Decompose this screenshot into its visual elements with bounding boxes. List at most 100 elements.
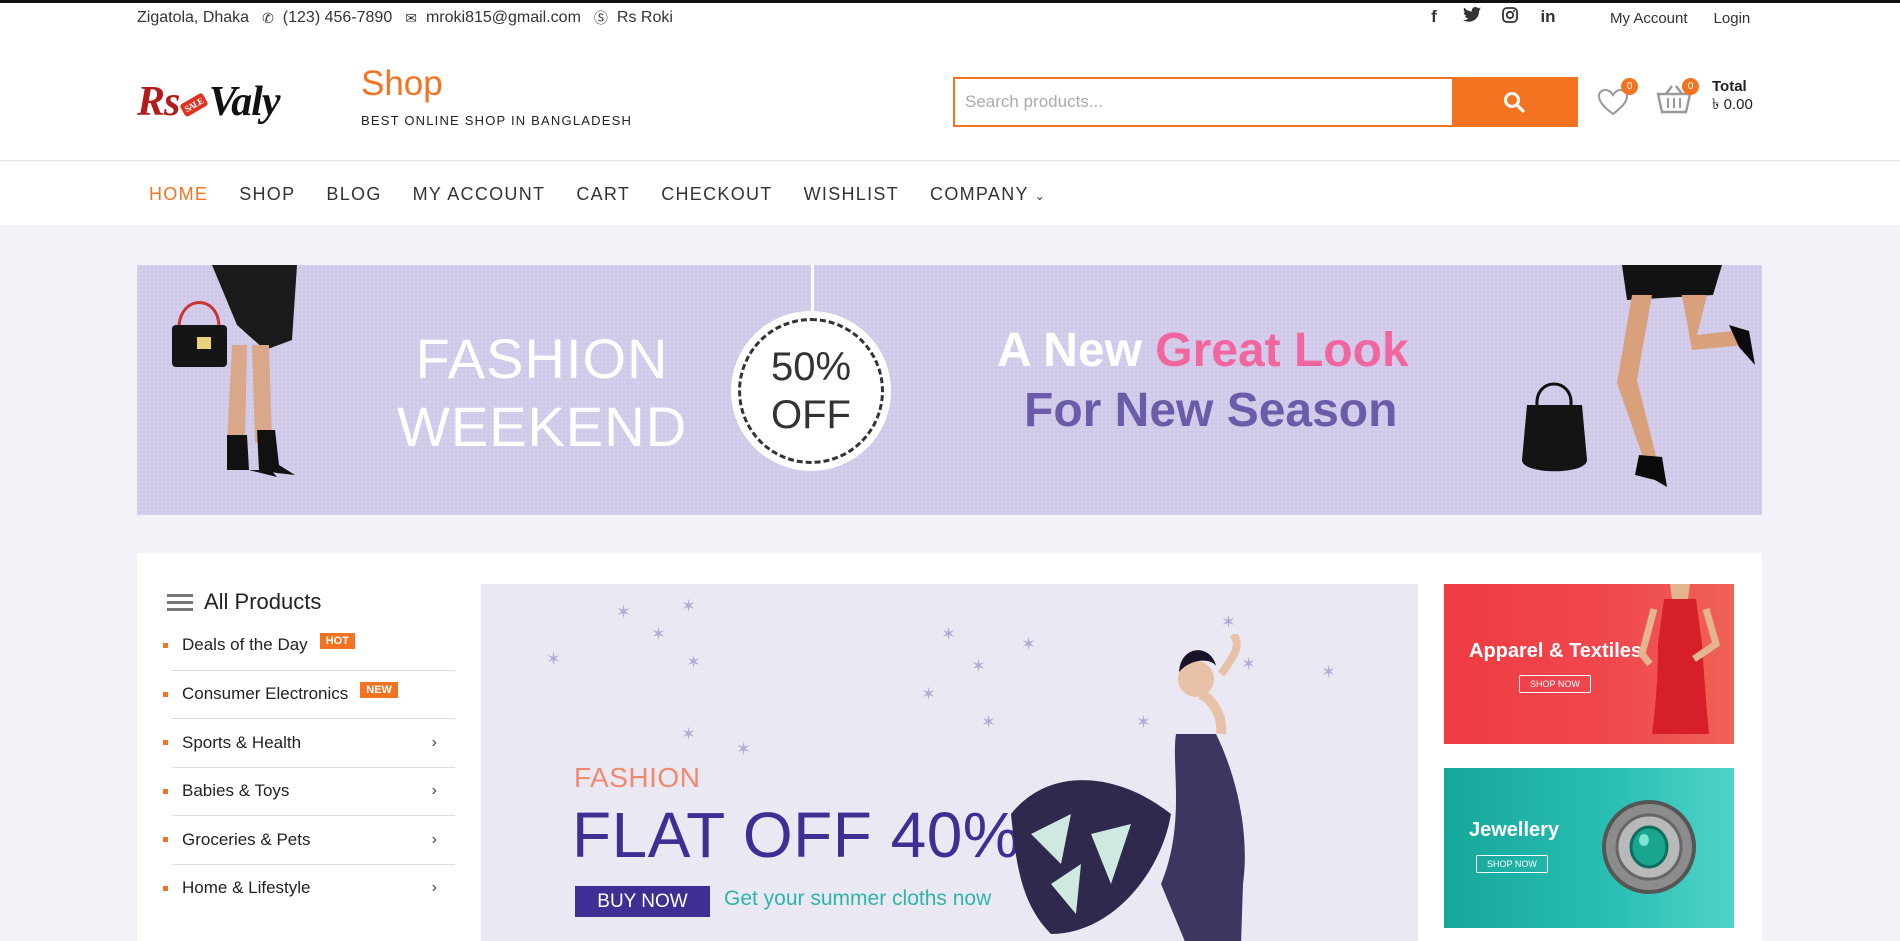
- email-icon: ✉: [405, 9, 417, 26]
- total-label: Total: [1712, 78, 1747, 95]
- cart-count-badge: 0: [1682, 78, 1699, 95]
- bullet-icon: [163, 740, 168, 746]
- nav-wishlist[interactable]: WISHLIST: [804, 184, 899, 205]
- category-sports-health[interactable]: Sports & Health ›: [163, 718, 455, 767]
- nav-company-label: COMPANY: [930, 184, 1029, 204]
- apparel-card[interactable]: Apparel & Textiles SHOP NOW: [1444, 584, 1734, 744]
- buy-now-button[interactable]: BUY NOW: [575, 886, 710, 917]
- cart-total[interactable]: Total ৳ 0.00: [1712, 78, 1753, 114]
- hero-title: FLAT OFF 40%: [572, 799, 1021, 871]
- apparel-card-title: Apparel & Textiles: [1469, 640, 1643, 662]
- jewellery-shop-now-button[interactable]: SHOP NOW: [1476, 855, 1548, 873]
- category-groceries-pets[interactable]: Groceries & Pets ›: [163, 815, 455, 864]
- total-value: ৳ 0.00: [1712, 96, 1753, 113]
- nav-shop[interactable]: SHOP: [239, 184, 295, 205]
- category-consumer-electronics[interactable]: Consumer Electronics NEW: [163, 669, 455, 719]
- headline-white: A New: [997, 324, 1156, 377]
- search-bar: [953, 77, 1578, 127]
- category-label: Deals of the Day: [182, 635, 308, 655]
- apparel-model-image: [1638, 584, 1721, 734]
- banner-subheadline: For New Season: [1024, 384, 1398, 437]
- hot-badge: HOT: [319, 633, 355, 650]
- search-icon: [1504, 92, 1525, 113]
- category-label: Babies & Toys: [182, 781, 290, 801]
- discount-off: OFF: [771, 393, 851, 437]
- jewellery-card-title: Jewellery: [1469, 819, 1560, 841]
- linkedin-icon[interactable]: in: [1537, 7, 1559, 28]
- nav-home[interactable]: HOME: [149, 184, 208, 205]
- headline-pink: Great Look: [1155, 324, 1409, 377]
- banner-fashion-weekend: FASHION WEEKEND: [397, 325, 687, 461]
- bullet-icon: [163, 837, 168, 843]
- search-button[interactable]: [1452, 79, 1576, 125]
- all-products-title: All Products: [204, 589, 322, 614]
- nav-checkout[interactable]: CHECKOUT: [661, 184, 772, 205]
- hero-subtitle: Get your summer cloths now: [724, 887, 992, 910]
- model-right-image: [1522, 265, 1755, 487]
- hero-model-image: [1011, 634, 1245, 941]
- category-label: Home & Lifestyle: [182, 878, 311, 898]
- new-badge: NEW: [360, 682, 398, 699]
- nav-blog[interactable]: BLOG: [326, 184, 381, 205]
- chevron-right-icon: ›: [431, 782, 437, 800]
- nav-company[interactable]: COMPANY ⌄: [930, 184, 1046, 205]
- banner-line-b: WEEKEND: [397, 395, 688, 458]
- search-input[interactable]: [955, 79, 1452, 125]
- site-logo[interactable]: Rs SALEValy: [137, 78, 342, 130]
- chevron-right-icon: ›: [431, 879, 437, 897]
- facebook-icon[interactable]: f: [1423, 7, 1445, 28]
- address-text: Zigatola, Dhaka: [137, 9, 250, 26]
- hero-kicker: FASHION: [574, 762, 701, 793]
- chevron-right-icon: ›: [431, 830, 437, 848]
- contact-info: Zigatola, Dhaka ✆ (123) 456-7890 ✉ mroki…: [137, 8, 673, 28]
- model-left-image: [172, 265, 297, 477]
- category-label: Sports & Health: [182, 732, 302, 752]
- bullet-icon: [163, 885, 168, 891]
- tag-string: [811, 265, 814, 313]
- main-content-card: All Products Deals of the Day HOT Consum…: [137, 553, 1762, 941]
- category-deals-of-the-day[interactable]: Deals of the Day HOT: [162, 621, 455, 670]
- category-sidebar: All Products Deals of the Day HOT Consum…: [163, 583, 455, 913]
- instagram-icon[interactable]: [1499, 7, 1521, 28]
- hero-slider[interactable]: ✶ ✶ ✶ ✶ ✶ ✶ ✶ ✶ ✶ ✶ ✶ ✶ ✶ ✶ ✶ ✶ FASHION FLAT OFF…: [481, 584, 1418, 941]
- email-text[interactable]: mroki815@gmail.com: [426, 9, 581, 27]
- bullet-icon: [163, 691, 168, 697]
- site-header: Rs SALEValy Shop BEST ONLINE SHOP IN BANG…: [0, 36, 1900, 161]
- nav-my-account[interactable]: MY ACCOUNT: [413, 184, 546, 205]
- banner-headline: A New Great Look: [997, 323, 1409, 378]
- jewellery-card[interactable]: Jewellery SHOP NOW: [1444, 768, 1734, 928]
- phone-icon: ✆: [262, 9, 274, 26]
- ring-image: [1602, 800, 1696, 894]
- category-home-lifestyle[interactable]: Home & Lifestyle ›: [163, 863, 455, 913]
- bullet-icon: [163, 642, 168, 648]
- top-bar: Zigatola, Dhaka ✆ (123) 456-7890 ✉ mroki…: [0, 0, 1900, 36]
- my-account-link[interactable]: My Account: [1610, 10, 1688, 27]
- chevron-down-icon: ⌄: [1034, 189, 1047, 203]
- logo-sale-tag: SALE: [179, 92, 209, 118]
- all-products-header[interactable]: All Products: [167, 583, 455, 621]
- discount-tag: 50% OFF: [731, 311, 891, 471]
- login-link[interactable]: Login: [1714, 10, 1751, 27]
- main-nav: HOME SHOP BLOG MY ACCOUNT CART CHECKOUT …: [0, 162, 1900, 225]
- skype-icon: Ⓢ: [593, 10, 608, 26]
- shop-tagline: BEST ONLINE SHOP IN BANGLADESH: [361, 113, 633, 128]
- discount-percent: 50%: [770, 345, 852, 389]
- hamburger-menu-icon: [167, 593, 193, 611]
- apparel-shop-now-button[interactable]: SHOP NOW: [1519, 675, 1591, 693]
- chevron-right-icon: ›: [431, 733, 437, 751]
- phone-text: (123) 456-7890: [282, 9, 393, 26]
- brand-block: Shop BEST ONLINE SHOP IN BANGLADESH: [361, 66, 632, 128]
- category-babies-toys[interactable]: Babies & Toys ›: [163, 766, 455, 816]
- category-label: Groceries & Pets: [182, 829, 311, 849]
- promo-banner[interactable]: FASHION WEEKEND 50% OFF A New Great Look…: [137, 265, 1762, 515]
- wishlist-count-badge: 0: [1621, 78, 1638, 95]
- account-links: My Account Login: [1610, 10, 1750, 27]
- social-links: f in: [1423, 7, 1559, 28]
- banner-line-a: FASHION: [415, 327, 669, 390]
- category-label: Consumer Electronics: [182, 684, 349, 704]
- shop-name[interactable]: Shop: [361, 66, 632, 101]
- bullet-icon: [163, 788, 168, 794]
- twitter-icon[interactable]: [1461, 7, 1483, 28]
- nav-cart[interactable]: CART: [576, 184, 630, 205]
- skype-text[interactable]: Rs Roki: [617, 9, 673, 27]
